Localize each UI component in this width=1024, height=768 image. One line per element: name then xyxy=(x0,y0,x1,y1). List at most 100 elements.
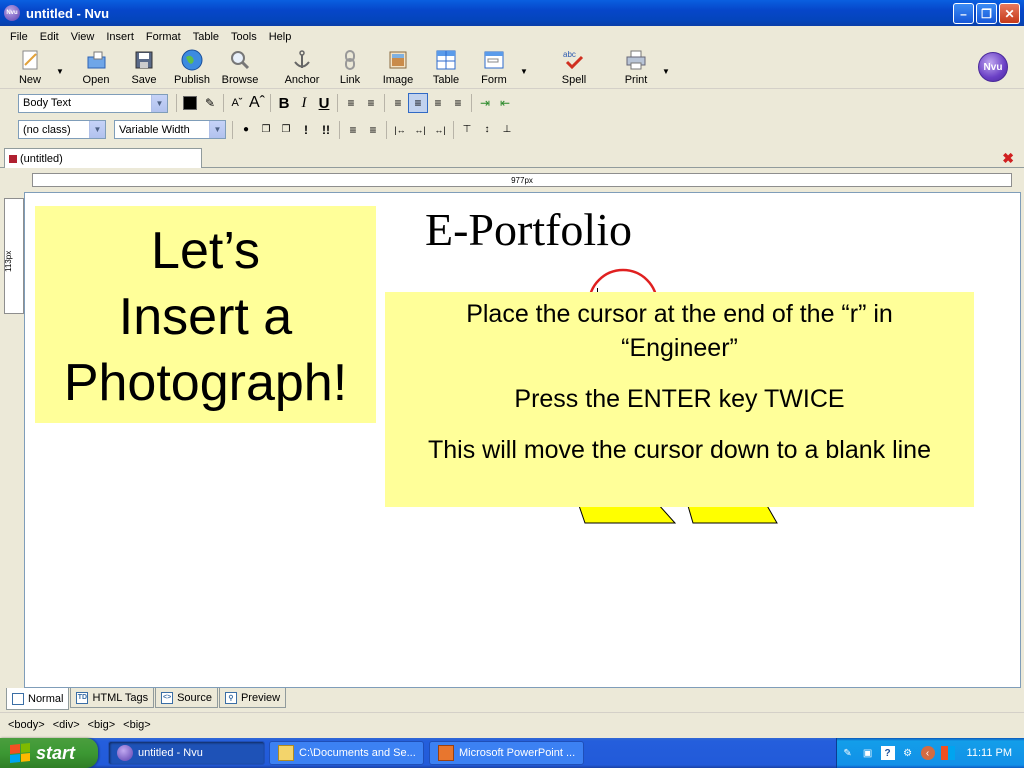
document-tab-strip: (untitled) ✖ xyxy=(0,146,1024,168)
italic-button[interactable]: I xyxy=(294,93,314,113)
valign-top-icon[interactable]: ⊤ xyxy=(457,120,477,140)
network-icon[interactable]: ✎ xyxy=(841,746,855,760)
task-explorer[interactable]: C:\Documents and Se... xyxy=(269,741,424,765)
important-icon[interactable]: ! xyxy=(296,120,316,140)
close-tab-icon[interactable]: ✖ xyxy=(1002,150,1014,167)
usb-icon[interactable]: ⚙ xyxy=(901,746,915,760)
anchor-button[interactable]: Anchor xyxy=(278,46,326,88)
valign-middle-icon[interactable]: ↕ xyxy=(477,120,497,140)
task-powerpoint[interactable]: Microsoft PowerPoint ... xyxy=(429,741,584,765)
tag-big-1[interactable]: <big> xyxy=(88,719,116,731)
outdent-icon[interactable]: ⇤ xyxy=(495,93,515,113)
browse-label: Browse xyxy=(221,74,259,86)
image-label: Image xyxy=(382,74,414,86)
menu-tools[interactable]: Tools xyxy=(225,31,263,43)
tab-untitled[interactable]: (untitled) xyxy=(4,148,202,168)
paragraph-style-select[interactable]: Body Text ▼ xyxy=(18,93,168,113)
start-button[interactable]: start xyxy=(0,738,98,768)
folder-icon xyxy=(278,745,294,761)
valign-bottom-icon[interactable]: ⊥ xyxy=(497,120,517,140)
align-center-icon[interactable]: ≡ xyxy=(408,93,428,113)
tab-source[interactable]: <> Source xyxy=(155,688,218,708)
layer-position-icon[interactable]: ❐ xyxy=(276,120,296,140)
volume-icon[interactable] xyxy=(940,746,955,760)
cell-align-right-icon[interactable]: ↔| xyxy=(430,120,450,140)
menu-edit[interactable]: Edit xyxy=(34,31,65,43)
tab-html-tags[interactable]: TD HTML Tags xyxy=(70,688,155,708)
tab-normal[interactable]: Normal xyxy=(6,688,70,710)
table-label: Table xyxy=(432,74,460,86)
menu-view[interactable]: View xyxy=(65,31,101,43)
close-window-button[interactable]: ✕ xyxy=(999,3,1020,24)
powerpoint-icon xyxy=(438,745,454,761)
open-label: Open xyxy=(82,74,110,86)
font-select[interactable]: Variable Width ▼ xyxy=(114,120,226,139)
larger-font-icon[interactable]: Aˆ xyxy=(247,93,267,113)
link-button[interactable]: Link xyxy=(326,46,374,88)
clock[interactable]: 11:11 PM xyxy=(967,747,1012,759)
numbered-list-icon[interactable]: ≡ xyxy=(341,93,361,113)
nvu-app-icon[interactable]: Nvu xyxy=(4,5,20,21)
save-button[interactable]: Save xyxy=(120,46,168,88)
preview-magnifier-icon: ⚲ xyxy=(224,691,237,704)
cell-align-center-icon[interactable]: ↔| xyxy=(410,120,430,140)
text-color-button[interactable] xyxy=(180,93,200,113)
form-button[interactable]: Form xyxy=(470,46,518,88)
very-important-icon[interactable]: !! xyxy=(316,120,336,140)
print-button[interactable]: Print xyxy=(612,46,660,88)
help-icon[interactable]: ? xyxy=(880,746,895,760)
publish-button[interactable]: Publish xyxy=(168,46,216,88)
align-right-icon[interactable]: ≡ xyxy=(428,93,448,113)
indent-icon[interactable]: ⇥ xyxy=(475,93,495,113)
windows-flag-icon xyxy=(10,742,30,764)
table-grid-icon xyxy=(434,48,458,72)
class-select[interactable]: (no class) ▼ xyxy=(18,120,106,139)
tag-div[interactable]: <div> xyxy=(53,719,80,731)
browse-button[interactable]: Browse xyxy=(216,46,264,88)
tag-body[interactable]: <body> xyxy=(8,719,45,731)
menu-table[interactable]: Table xyxy=(187,31,225,43)
open-button[interactable]: Open xyxy=(72,46,120,88)
align-text-right-icon[interactable]: ≡ xyxy=(363,120,383,140)
align-left-icon[interactable]: ≡ xyxy=(388,93,408,113)
highlight-color-icon[interactable]: ✎ xyxy=(200,93,220,113)
open-folder-icon xyxy=(84,48,108,72)
smaller-font-icon[interactable]: A˘ xyxy=(227,93,247,113)
tab-preview[interactable]: ⚲ Preview xyxy=(218,688,287,708)
anchor-icon xyxy=(290,48,314,72)
menu-help[interactable]: Help xyxy=(263,31,298,43)
floppy-disk-icon xyxy=(132,48,156,72)
menu-insert[interactable]: Insert xyxy=(100,31,140,43)
menu-bar: File Edit View Insert Format Table Tools… xyxy=(0,26,1024,47)
format-toolbar-1: Body Text ▼ ✎ A˘ Aˆ B I U ≡ ≡ ≡ ≡ ≡ ≡ ⇥ … xyxy=(0,90,1024,116)
new-button[interactable]: New xyxy=(6,46,54,88)
underline-button[interactable]: U xyxy=(314,93,334,113)
align-text-left-icon[interactable]: ≡ xyxy=(343,120,363,140)
table-button[interactable]: Table xyxy=(422,46,470,88)
display-icon[interactable]: ▣ xyxy=(861,746,875,760)
spell-button[interactable]: abc Spell xyxy=(550,46,598,88)
menu-file[interactable]: File xyxy=(4,31,34,43)
nvu-logo: Nvu xyxy=(978,52,1008,82)
tag-big-2[interactable]: <big> xyxy=(123,719,151,731)
ruler-area: 977px xyxy=(0,168,1024,192)
abbreviation-icon[interactable]: ● xyxy=(236,120,256,140)
show-hidden-icons-icon[interactable]: ‹ xyxy=(920,746,935,760)
minimize-button[interactable]: – xyxy=(953,3,974,24)
image-button[interactable]: Image xyxy=(374,46,422,88)
task-nvu[interactable]: untitled - Nvu xyxy=(108,741,265,765)
cell-align-left-icon[interactable]: |↔ xyxy=(390,120,410,140)
restore-button[interactable]: ❐ xyxy=(976,3,997,24)
form-dropdown-arrow-icon[interactable]: ▼ xyxy=(518,46,530,88)
layer-icon[interactable]: ❐ xyxy=(256,120,276,140)
task-nvu-label: untitled - Nvu xyxy=(138,747,203,759)
bold-button[interactable]: B xyxy=(274,93,294,113)
link-label: Link xyxy=(339,74,361,86)
align-justify-icon[interactable]: ≡ xyxy=(448,93,468,113)
print-dropdown-arrow-icon[interactable]: ▼ xyxy=(660,46,672,88)
new-dropdown-arrow-icon[interactable]: ▼ xyxy=(54,46,66,88)
print-label: Print xyxy=(624,74,648,86)
magnifier-icon xyxy=(228,48,252,72)
menu-format[interactable]: Format xyxy=(140,31,187,43)
bulleted-list-icon[interactable]: ≡ xyxy=(361,93,381,113)
